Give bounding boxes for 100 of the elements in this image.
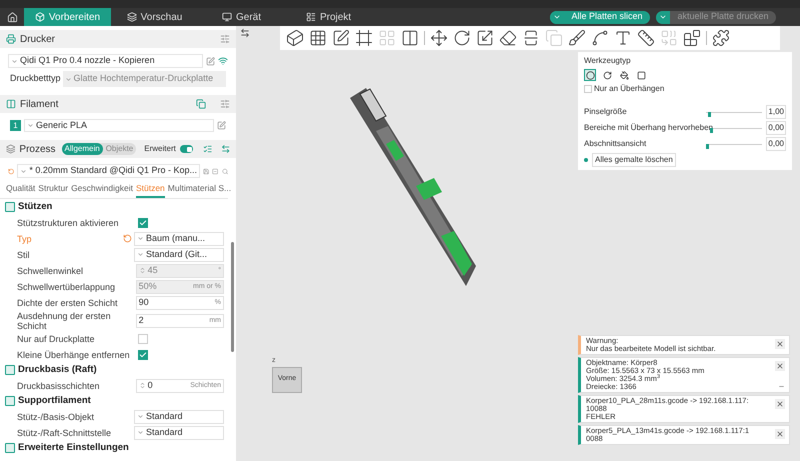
move-icon[interactable] <box>430 29 448 47</box>
select-field[interactable]: Standard <box>134 410 224 424</box>
section-title: Filament <box>20 98 58 112</box>
wifi-icon[interactable] <box>218 56 228 66</box>
text-icon[interactable] <box>614 29 632 47</box>
process-select[interactable]: * 0.20mm Standard @Qidi Q1 Pro - Kop... <box>17 164 200 178</box>
group-title: Stützen <box>18 200 52 214</box>
checkbox[interactable] <box>138 334 148 344</box>
bed-type-label: Druckbetttyp <box>10 72 61 86</box>
slider-value[interactable]: 0,00 <box>766 137 786 151</box>
setting-label: Kleine Überhänge entfernen <box>17 350 131 360</box>
monitor-icon <box>222 12 232 22</box>
settings-icon[interactable] <box>220 99 230 109</box>
chevron-down-icon <box>137 413 144 420</box>
slider-label: Abschnittsansicht <box>584 138 648 150</box>
group-icon <box>5 202 15 212</box>
close-icon[interactable] <box>776 340 784 348</box>
remove-icon[interactable] <box>212 166 219 176</box>
setting-label: Typ <box>17 234 33 244</box>
setting-label: Nur auf Druckplatte <box>17 334 96 344</box>
close-icon[interactable] <box>776 430 784 438</box>
slider-value[interactable]: 1,00 <box>766 105 786 119</box>
settings-tab[interactable]: Multimaterial S... <box>168 182 232 198</box>
reset-icon[interactable] <box>122 234 132 244</box>
chevron-down-icon <box>64 76 72 82</box>
scrollbar[interactable] <box>231 242 234 352</box>
settings-icon[interactable] <box>220 34 230 44</box>
grid-icon[interactable] <box>309 29 327 47</box>
slider-value[interactable]: 0,00 <box>766 121 786 135</box>
group-title: Supportfilament <box>18 394 91 408</box>
clear-button[interactable]: Alles gemalte löschen <box>592 153 676 167</box>
collapse-icon[interactable] <box>240 28 250 38</box>
compare-icon[interactable] <box>220 144 230 154</box>
setting-label: Stützstrukturen aktivieren <box>17 218 120 228</box>
filament-index: 1 <box>10 120 21 131</box>
settings-tab[interactable]: Struktur <box>38 182 68 198</box>
chevron-down-icon <box>27 122 34 129</box>
settings-tab[interactable]: Geschwindigkeit <box>71 182 133 198</box>
setting-label: Druckbasisschichten <box>17 380 101 391</box>
nav-tab[interactable]: Vorschau <box>111 8 198 26</box>
add-cube-icon[interactable] <box>286 29 304 47</box>
spin-arrows-icon[interactable] <box>138 382 146 390</box>
chevron-down-icon <box>137 251 144 258</box>
circle-tool-icon[interactable] <box>584 69 596 81</box>
slider-thumb[interactable] <box>708 112 711 116</box>
setting-label: Schwellenwinkel <box>17 266 84 276</box>
edit-icon[interactable] <box>217 121 226 130</box>
checkbox[interactable] <box>138 218 148 228</box>
chevron-down-icon[interactable] <box>553 13 561 21</box>
select-field[interactable]: Standard (Git... <box>134 248 224 262</box>
chevron-down-icon <box>20 168 28 174</box>
advanced-toggle[interactable] <box>180 145 194 153</box>
check-icon <box>139 350 147 359</box>
slider-label: Bereiche mit Überhang hervorheben <box>584 122 710 134</box>
select-field[interactable]: Baum (manu... <box>134 232 224 246</box>
close-icon[interactable] <box>776 362 784 370</box>
eraser-icon[interactable] <box>499 29 517 47</box>
save-icon[interactable] <box>203 166 210 176</box>
brush-icon[interactable] <box>568 29 586 47</box>
slider-label: Pinselgröße <box>584 106 628 118</box>
nav-tab[interactable]: Gerät <box>198 8 285 26</box>
printer-select[interactable]: Qidi Q1 Pro 0.4 nozzle - Kopieren <box>8 54 203 68</box>
cube-icon <box>34 12 45 22</box>
setting-label: Dichte der ersten Schicht <box>17 298 119 308</box>
chevron-down-icon <box>137 429 144 436</box>
ruler-icon[interactable] <box>637 29 655 47</box>
edit-icon[interactable] <box>206 56 215 66</box>
reset-icon[interactable] <box>8 166 14 176</box>
setting-label: Stütz-/Raft-Schnittstelle <box>17 428 112 438</box>
nav-tab[interactable]: Projekt <box>285 8 372 26</box>
chevron-down-icon <box>137 235 144 242</box>
blocks-icon[interactable] <box>683 29 701 47</box>
rotate-icon[interactable] <box>453 29 471 47</box>
slider-thumb[interactable] <box>706 144 710 148</box>
fill-tool-icon[interactable] <box>618 69 630 81</box>
setting-label: Stütz-/Basis-Objekt <box>17 412 96 422</box>
search-icon[interactable] <box>222 166 228 176</box>
setting-label: Stil <box>17 250 31 260</box>
check-icon <box>139 218 147 227</box>
puzzle-icon[interactable] <box>712 29 730 47</box>
filament-select[interactable]: Generic PLA <box>24 119 214 132</box>
checkbox-label: Nur an Überhängen <box>594 83 664 95</box>
setting-label: Schwellwertüberlappung <box>17 282 116 292</box>
checkbox[interactable] <box>138 350 148 360</box>
home-icon[interactable] <box>6 12 18 22</box>
section-title: Drucker <box>20 32 56 46</box>
checkbox[interactable] <box>584 85 592 93</box>
group-icon <box>5 365 15 376</box>
advanced-label: Erweitert <box>144 143 176 155</box>
printer-icon <box>6 34 16 44</box>
slider-thumb[interactable] <box>710 128 713 132</box>
panel-title: Werkzeugtyp <box>584 55 632 67</box>
group-title: Erweiterte Einstellungen <box>18 441 129 456</box>
scale-icon[interactable] <box>476 29 494 47</box>
list-icon <box>306 12 316 22</box>
list-icon[interactable] <box>203 144 213 154</box>
select-field[interactable]: Standard <box>134 426 224 440</box>
group-icon <box>5 396 15 406</box>
close-icon[interactable] <box>776 400 784 408</box>
settings-tab[interactable]: Qualität <box>6 182 36 198</box>
